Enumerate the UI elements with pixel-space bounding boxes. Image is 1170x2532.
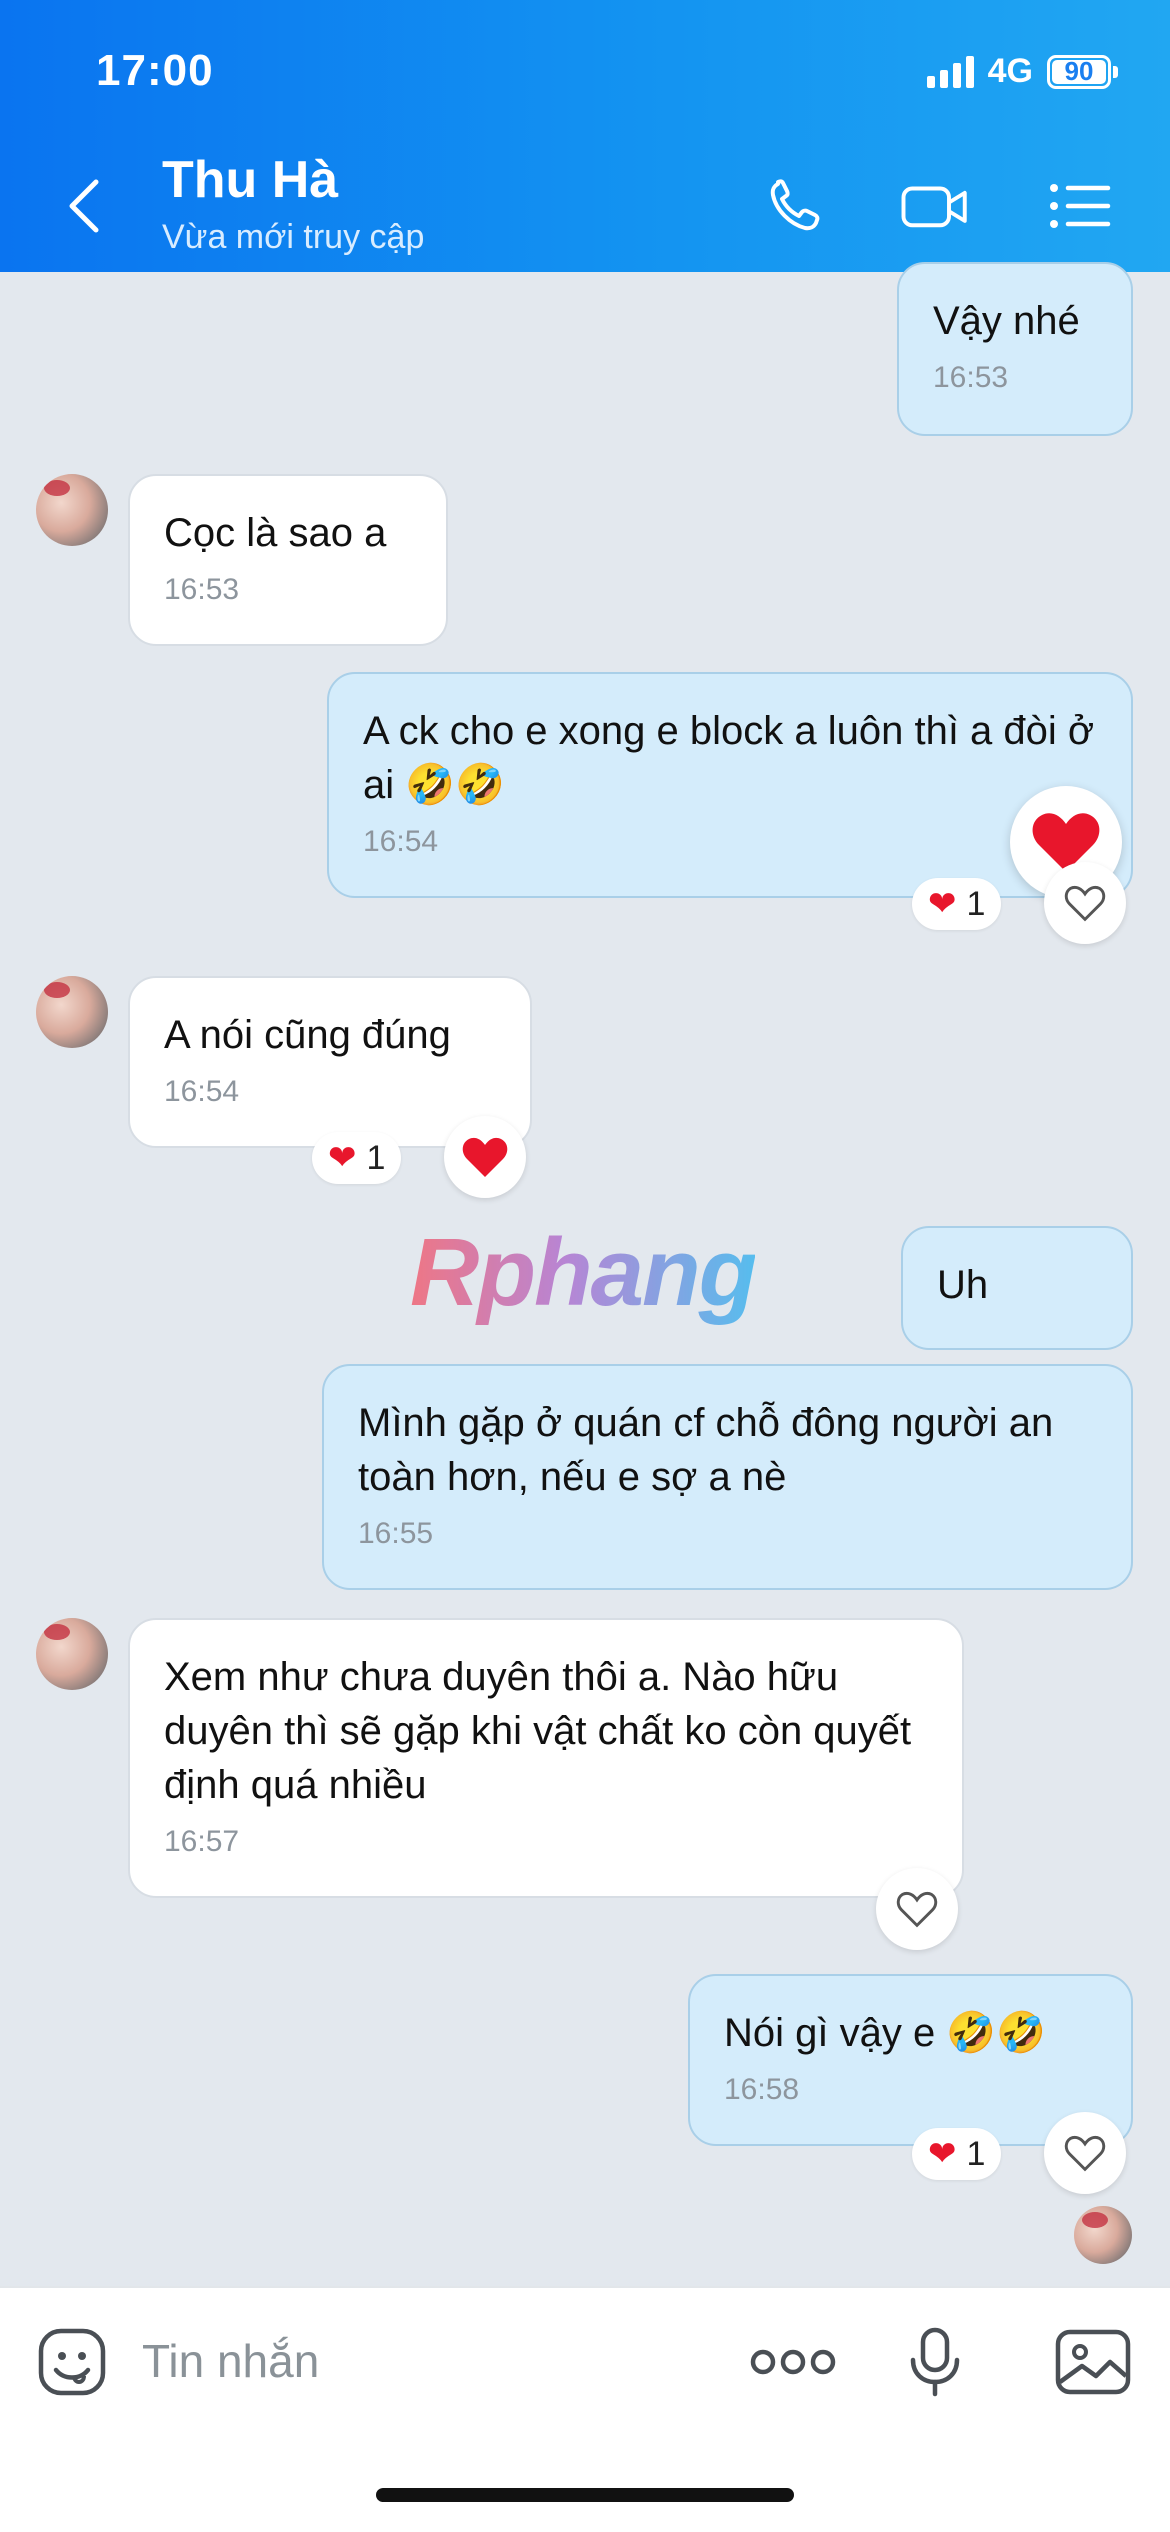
message-outgoing[interactable]: Mình gặp ở quán cf chỗ đông người an toà… (322, 1364, 1133, 1590)
message-text: Nói gì vậy e 🤣🤣 (724, 2011, 1046, 2055)
battery-level: 90 (1052, 56, 1106, 86)
reaction-count: 1 (966, 884, 986, 923)
message-text: Cọc là sao a (164, 511, 387, 555)
reaction-count: 1 (966, 2134, 986, 2173)
home-indicator (376, 2488, 794, 2502)
reaction-count-badge[interactable]: ❤ 1 (912, 2128, 1002, 2180)
message-outgoing[interactable]: Uh (901, 1226, 1133, 1350)
chat-header: 17:00 4G 90 Thu Hà Vừa mới truy cập (0, 0, 1170, 272)
react-button[interactable] (444, 1116, 526, 1198)
message-text: Mình gặp ở quán cf chỗ đông người an toà… (358, 1401, 1054, 1499)
contact-status: Vừa mới truy cập (162, 218, 425, 256)
heart-icon: ❤ (328, 1139, 357, 1177)
message-time: 16:57 (164, 1825, 240, 1858)
status-time: 17:00 (96, 46, 214, 95)
react-button[interactable] (876, 1868, 958, 1950)
message-incoming[interactable]: Cọc là sao a 16:53 (128, 474, 448, 646)
microphone-icon[interactable] (905, 2326, 965, 2398)
message-input-bar: Tin nhắn (0, 2286, 1170, 2532)
watermark-logo: Rphang (410, 1219, 757, 1326)
heart-outline-icon (1064, 2135, 1106, 2172)
message-incoming[interactable]: Xem như chưa duyên thôi a. Nào hữu duyên… (128, 1618, 964, 1898)
status-indicators: 4G 90 (926, 52, 1118, 91)
sticker-icon[interactable] (36, 2326, 108, 2398)
react-button[interactable] (1044, 2112, 1126, 2194)
message-time: 16:53 (933, 361, 1009, 394)
message-text: Xem như chưa duyên thôi a. Nào hữu duyên… (164, 1655, 912, 1807)
heart-icon (462, 1137, 508, 1177)
message-text: A ck cho e xong e block a luôn thì a đòi… (363, 709, 1095, 807)
reaction-count-badge[interactable]: ❤ 1 (312, 1132, 402, 1184)
heart-outline-icon (1064, 885, 1106, 922)
message-text: Vậy nhé (933, 299, 1080, 343)
phone-icon[interactable] (764, 176, 834, 236)
image-icon[interactable] (1054, 2326, 1132, 2398)
react-button[interactable] (1044, 862, 1126, 944)
message-time: 16:55 (358, 1517, 434, 1550)
back-icon[interactable] (60, 176, 110, 236)
signal-icon (926, 55, 974, 88)
heart-icon: ❤ (928, 885, 957, 923)
heart-outline-icon (896, 1891, 938, 1928)
seen-avatar (1074, 2206, 1132, 2264)
video-call-icon[interactable] (900, 176, 970, 236)
message-time: 16:54 (164, 1075, 240, 1108)
battery-icon: 90 (1047, 54, 1118, 89)
message-text: Uh (937, 1263, 989, 1307)
message-input[interactable]: Tin nhắn (142, 2334, 319, 2388)
avatar[interactable] (36, 976, 108, 1048)
network-type: 4G (987, 52, 1033, 90)
reaction-count: 1 (366, 1138, 386, 1177)
more-icon[interactable] (748, 2326, 838, 2398)
message-outgoing[interactable]: A ck cho e xong e block a luôn thì a đòi… (327, 672, 1133, 898)
avatar[interactable] (36, 1618, 108, 1690)
message-time: 16:54 (363, 825, 439, 858)
avatar[interactable] (36, 474, 108, 546)
reaction-count-badge[interactable]: ❤ 1 (912, 878, 1002, 930)
contact-name[interactable]: Thu Hà (162, 150, 338, 210)
message-time: 16:53 (164, 573, 240, 606)
message-text: A nói cũng đúng (164, 1013, 451, 1057)
message-time: 16:58 (724, 2073, 800, 2106)
menu-list-icon[interactable] (1046, 176, 1116, 236)
message-outgoing[interactable]: Vậy nhé 16:53 (897, 262, 1133, 436)
heart-icon: ❤ (928, 2135, 957, 2173)
message-list[interactable]: Vậy nhé 16:53 Cọc là sao a 16:53 A ck ch… (0, 262, 1170, 2286)
